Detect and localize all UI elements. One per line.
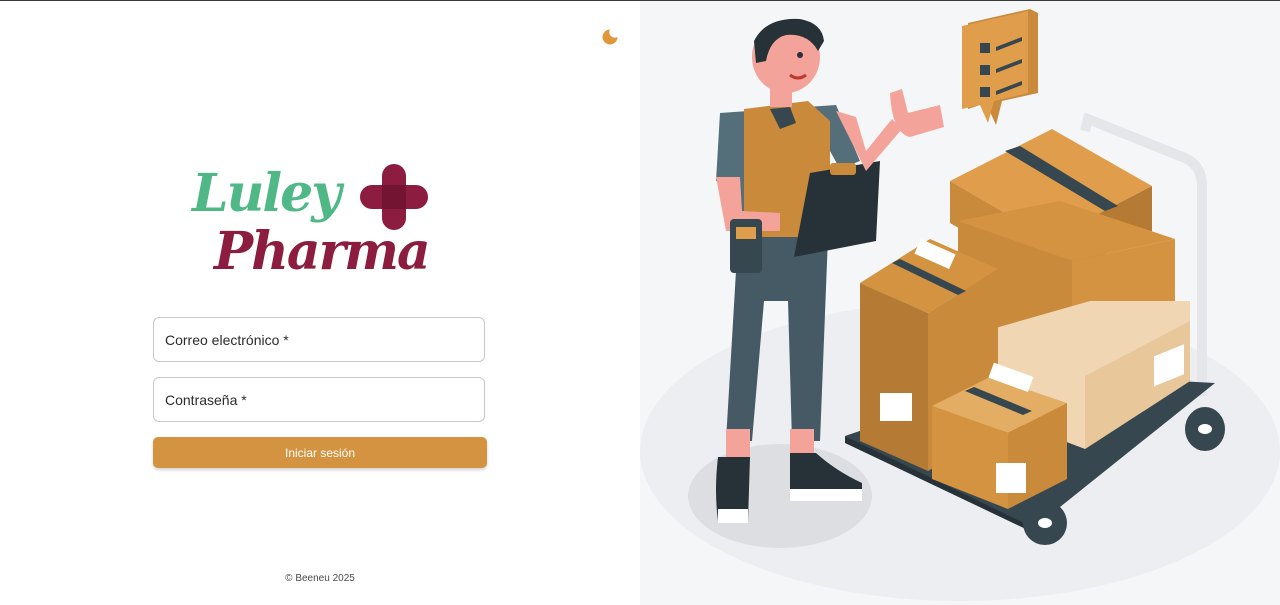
logo-word-luley: Luley xyxy=(192,163,341,224)
theme-toggle-button[interactable] xyxy=(600,27,620,47)
email-field[interactable]: Correo electrónico * xyxy=(153,317,485,362)
login-panel xyxy=(0,1,640,605)
email-input[interactable] xyxy=(154,318,484,361)
password-input[interactable] xyxy=(154,378,484,421)
illustration-panel xyxy=(640,1,1280,605)
copyright-footer: © Beeneu 2025 xyxy=(285,573,355,584)
moon-icon xyxy=(602,29,618,45)
login-button[interactable]: Iniciar sesión xyxy=(153,437,487,468)
password-field[interactable]: Contraseña * xyxy=(153,377,485,422)
warehouse-delivery-illustration xyxy=(640,9,1280,601)
brand-logo: Luley Pharma xyxy=(190,158,440,288)
logo-word-pharma: Pharma xyxy=(214,221,431,282)
